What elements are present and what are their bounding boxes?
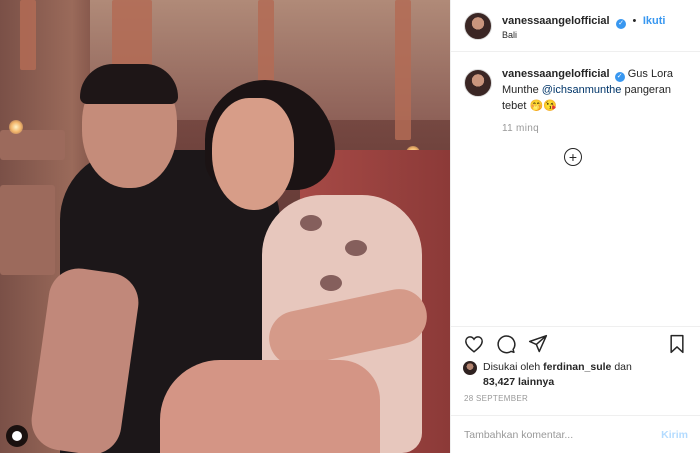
photo-table bbox=[0, 185, 55, 275]
avatar[interactable] bbox=[464, 11, 492, 40]
post-photo[interactable] bbox=[0, 0, 450, 453]
add-comment-icon[interactable]: + bbox=[564, 148, 582, 167]
photo-lamp bbox=[9, 120, 23, 134]
post-date[interactable]: 28 SEPTEMBER bbox=[464, 394, 528, 403]
likes-connector: dan bbox=[611, 361, 632, 373]
likes-count-button[interactable]: 83,427 lainnya bbox=[483, 376, 554, 388]
dress-flower bbox=[345, 240, 367, 256]
likes-text: Disukai oleh ferdinan_sule dan 83,427 la… bbox=[483, 360, 632, 390]
dress-flower bbox=[320, 275, 342, 291]
comments-area: vanessaangelofficial ✓ Gus Lora Munthe @… bbox=[451, 53, 700, 325]
comment-icon[interactable] bbox=[495, 333, 517, 355]
bookmark-icon[interactable] bbox=[666, 333, 688, 355]
photo-person-woman-face bbox=[212, 98, 294, 210]
avatar[interactable] bbox=[464, 69, 492, 97]
verified-badge-icon: ✓ bbox=[614, 72, 625, 82]
likes-prefix: Disukai oleh bbox=[483, 361, 544, 373]
location-link[interactable]: Bali bbox=[502, 30, 665, 41]
post-comment-button[interactable]: Kirim bbox=[661, 429, 688, 441]
likes-summary: Disukai oleh ferdinan_sule dan 83,427 la… bbox=[463, 360, 688, 390]
heart-icon[interactable] bbox=[463, 333, 485, 355]
caption-username[interactable]: vanessaangelofficial bbox=[502, 68, 610, 80]
liker-avatar[interactable] bbox=[463, 361, 477, 375]
tag-user-icon[interactable] bbox=[6, 425, 28, 447]
photo-person-man-hair bbox=[80, 64, 178, 104]
comment-input[interactable]: Tambahkan komentar... bbox=[464, 429, 661, 441]
username-link[interactable]: vanessaangelofficial bbox=[502, 15, 610, 27]
liker-username[interactable]: ferdinan_sule bbox=[543, 361, 611, 373]
photo-person-woman-leg bbox=[160, 360, 380, 453]
post-header: vanessaangelofficial ✓ • Ikuti Bali bbox=[451, 0, 700, 52]
caption-body: vanessaangelofficial ✓ Gus Lora Munthe @… bbox=[502, 67, 688, 136]
caption-timestamp[interactable]: 11 minq bbox=[502, 122, 688, 137]
caption-comment: vanessaangelofficial ✓ Gus Lora Munthe @… bbox=[464, 67, 688, 136]
photo-pillar bbox=[395, 0, 411, 140]
verified-badge-icon: ✓ bbox=[616, 18, 627, 29]
post-header-meta: vanessaangelofficial ✓ • Ikuti Bali bbox=[502, 10, 665, 41]
caption-mention[interactable]: @ichsanmunthe bbox=[542, 84, 622, 96]
separator-dot: • bbox=[632, 14, 637, 27]
follow-button[interactable]: Ikuti bbox=[643, 15, 666, 27]
photo-table bbox=[0, 130, 65, 160]
comment-box: Tambahkan komentar... Kirim bbox=[451, 415, 700, 453]
action-bar bbox=[451, 326, 700, 360]
photo-pillar bbox=[20, 0, 36, 70]
share-icon[interactable] bbox=[527, 333, 549, 355]
post-side-panel: vanessaangelofficial ✓ • Ikuti Bali vane… bbox=[450, 0, 700, 453]
photo-pillar bbox=[112, 0, 152, 70]
dress-flower bbox=[300, 215, 322, 231]
